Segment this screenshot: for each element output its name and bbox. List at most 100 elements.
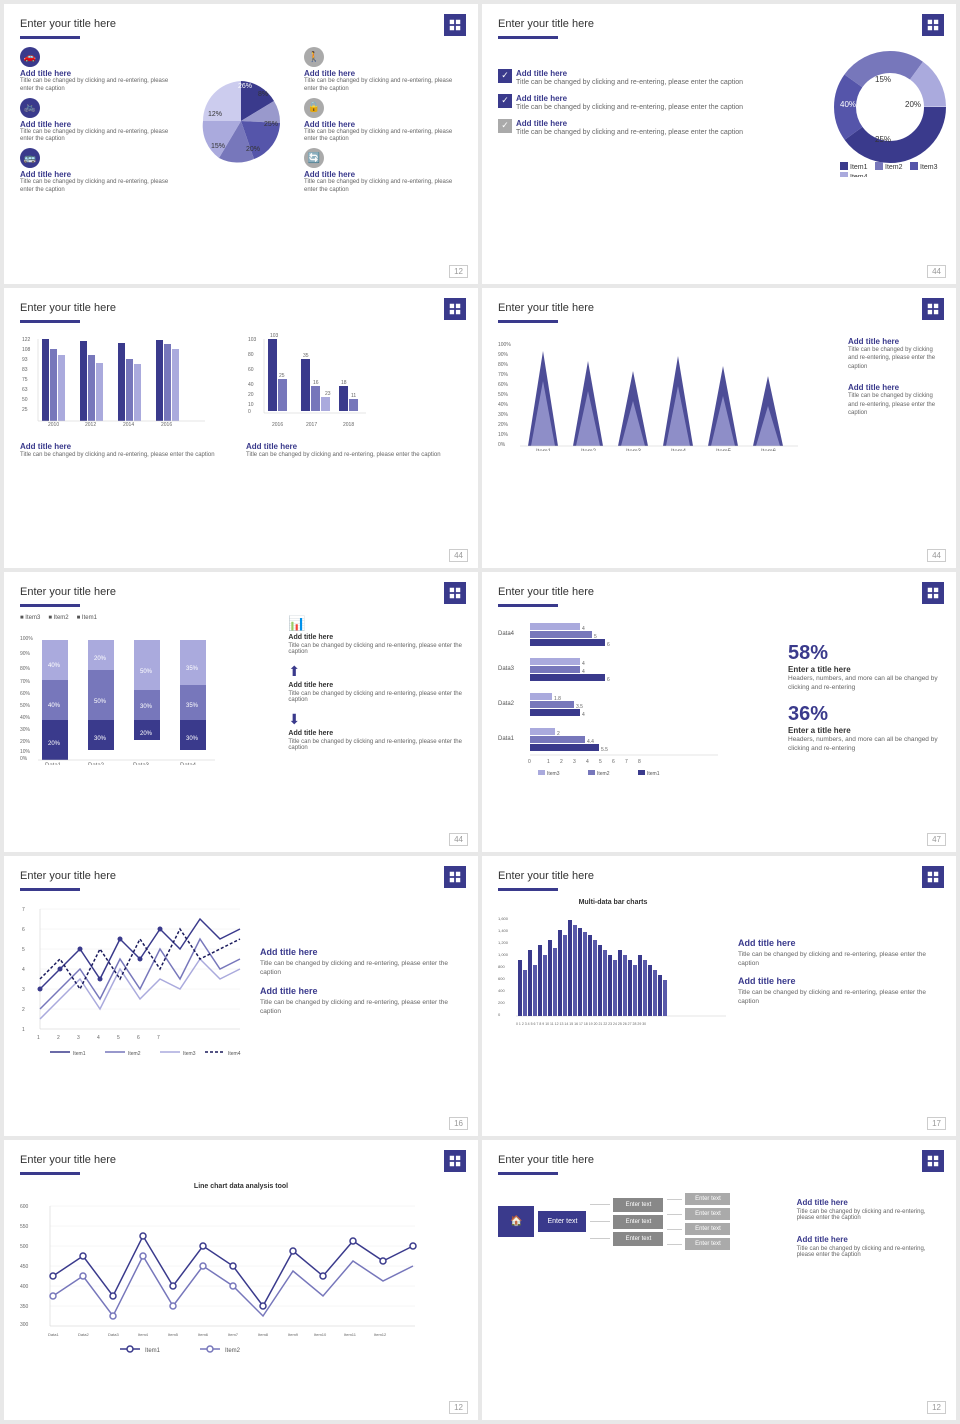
slide-7-chart: 7 6 5 4 3 2 1 1 2 3 4 5 6 7 <box>20 899 250 1064</box>
slide-3-chart2: 103 80 60 40 20 10 0 2016 2017 <box>246 331 462 459</box>
svg-text:8%: 8% <box>258 91 268 98</box>
svg-text:0: 0 <box>528 759 531 765</box>
svg-text:1,000: 1,000 <box>498 952 509 957</box>
slide-8-icon <box>922 866 944 888</box>
flow-branch-3: Enter text <box>590 1232 663 1246</box>
slide-4-content: 100% 90% 80% 70% 60% 50% 40% 30% 20% 10%… <box>498 331 940 456</box>
slide-5-desc-item-1: 📊 Add title here Title can be changed by… <box>288 615 462 655</box>
svg-text:Data1: Data1 <box>48 1332 59 1337</box>
svg-text:5: 5 <box>117 1035 120 1041</box>
svg-text:93: 93 <box>22 357 28 363</box>
svg-text:40%: 40% <box>840 100 856 109</box>
slide-10-title: Enter your title here <box>498 1154 940 1166</box>
slide-1-item-5: 🔒 Add title here Title can be changed by… <box>304 98 462 145</box>
flow-box-4: Enter text <box>685 1193 730 1205</box>
svg-text:Item10: Item10 <box>314 1332 327 1337</box>
svg-text:23: 23 <box>325 391 331 397</box>
svg-text:50%: 50% <box>20 703 31 709</box>
flow-box-3: Enter text <box>613 1232 663 1246</box>
flow-box-6: Enter text <box>685 1223 730 1235</box>
svg-text:12%: 12% <box>208 111 222 118</box>
slide-3-num: 44 <box>449 549 468 562</box>
svg-text:18: 18 <box>341 380 347 386</box>
slide-7-title: Enter your title here <box>20 870 462 882</box>
svg-text:Item3: Item3 <box>547 771 560 775</box>
svg-text:550: 550 <box>20 1224 29 1230</box>
svg-text:200: 200 <box>498 1000 505 1005</box>
slide-3-chart2-desc: Add title here Title can be changed by c… <box>246 442 462 459</box>
svg-text:3: 3 <box>77 1035 80 1041</box>
svg-text:Item2: Item2 <box>128 1051 141 1057</box>
svg-text:2016: 2016 <box>161 422 172 428</box>
slide-4: Enter your title here 100% 90% 80% 70% 6… <box>482 288 956 568</box>
svg-text:2: 2 <box>57 1035 60 1041</box>
slide-1-item-6: 🔄 Add title here Title can be changed by… <box>304 148 462 195</box>
flow-box-2: Enter text <box>613 1215 663 1229</box>
svg-text:4: 4 <box>22 967 25 973</box>
svg-text:7: 7 <box>157 1035 160 1041</box>
svg-text:Item8: Item8 <box>258 1332 269 1337</box>
svg-text:6: 6 <box>137 1035 140 1041</box>
slide-8-num: 17 <box>927 1117 946 1130</box>
slide-5-icon <box>444 582 466 604</box>
slide-2-item-3: ✓ Add title here Title can be changed by… <box>498 119 818 136</box>
svg-text:50%: 50% <box>140 669 153 675</box>
slide-1-pie: 8% 25% 20% 15% 12% 26% <box>186 66 296 176</box>
slide-5-desc-item-3: ⬇ Add title here Title can be changed by… <box>288 711 462 751</box>
slide-5-desc-title-1: Add title here <box>288 634 462 641</box>
svg-text:60: 60 <box>248 367 254 373</box>
slide-2-content: ✓ Add title here Title can be changed by… <box>498 47 940 157</box>
slide-10-icon <box>922 1150 944 1172</box>
slide-9-chart-title: Line chart data analysis tool <box>20 1183 462 1190</box>
svg-text:20%: 20% <box>246 146 260 153</box>
flow-box-7: Enter text <box>685 1238 730 1250</box>
svg-text:103: 103 <box>270 333 279 339</box>
svg-text:25%: 25% <box>875 135 891 144</box>
slide-7-desc-2: Add title here Title can be changed by c… <box>260 986 462 1016</box>
svg-text:10%: 10% <box>498 432 509 438</box>
slide-1-item-3: 🚌 Add title here Title can be changed by… <box>20 148 178 195</box>
svg-text:20%: 20% <box>20 739 31 745</box>
slide-6-title: Enter your title here <box>498 586 940 598</box>
svg-text:1,200: 1,200 <box>498 940 509 945</box>
slide-9-accent <box>20 1172 80 1175</box>
slide-7-content: 7 6 5 4 3 2 1 1 2 3 4 5 6 7 <box>20 899 462 1064</box>
svg-text:2018: 2018 <box>343 422 354 428</box>
slide-2-item-2: ✓ Add title here Title can be changed by… <box>498 94 818 111</box>
svg-text:4: 4 <box>97 1035 100 1041</box>
flow-label: Enter text <box>538 1211 586 1232</box>
slide-2-icon <box>922 14 944 36</box>
flow-branch-4: Enter text <box>667 1193 730 1205</box>
slide-5-icon-1: 📊 <box>288 615 462 632</box>
slide-9-icon <box>444 1150 466 1172</box>
svg-text:Item4: Item4 <box>138 1332 149 1337</box>
slide-8: Enter your title here Multi-data bar cha… <box>482 856 956 1136</box>
svg-text:80%: 80% <box>498 362 509 368</box>
svg-text:25%: 25% <box>264 121 278 128</box>
slide-6-stat-1: 58% Enter a title here Headers, numbers,… <box>788 642 940 692</box>
svg-text:5: 5 <box>22 947 25 953</box>
svg-text:8: 8 <box>638 759 641 765</box>
svg-text:90%: 90% <box>20 651 31 657</box>
svg-text:100%: 100% <box>20 636 33 642</box>
slide-1-title: Enter your title here <box>20 18 462 30</box>
slide-8-desc-1: Add title here Title can be changed by c… <box>738 938 940 968</box>
svg-text:100%: 100% <box>498 342 511 348</box>
slide-6-content: Data4 4 5 6 Data3 4 4 6 Data2 <box>498 615 940 780</box>
svg-text:40%: 40% <box>498 402 509 408</box>
svg-text:60%: 60% <box>20 691 31 697</box>
svg-text:Item2: Item2 <box>225 1348 241 1354</box>
slide-9-num: 12 <box>449 1401 468 1414</box>
svg-text:5: 5 <box>599 759 602 765</box>
svg-text:Item4: Item4 <box>671 449 687 451</box>
slide-10-desc: Add title here Title can be changed by c… <box>797 1193 940 1258</box>
svg-text:Item12: Item12 <box>374 1332 387 1337</box>
slide-6-icon <box>922 582 944 604</box>
svg-text:30%: 30% <box>20 727 31 733</box>
svg-text:Item11: Item11 <box>344 1332 357 1337</box>
slide-7-accent <box>20 888 80 891</box>
slide-10-flow: 🏠 Enter text Enter text Enter text <box>498 1193 785 1258</box>
svg-text:6: 6 <box>607 642 610 648</box>
svg-text:11: 11 <box>351 393 356 399</box>
svg-text:Item1: Item1 <box>536 449 552 451</box>
